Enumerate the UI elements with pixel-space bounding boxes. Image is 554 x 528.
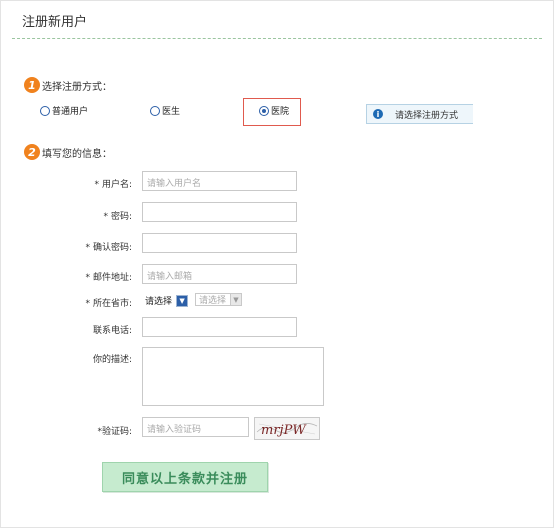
description-textarea[interactable]	[142, 347, 324, 406]
radio-icon[interactable]	[150, 105, 160, 116]
captcha-image[interactable]: mrjPW	[254, 417, 320, 440]
title-divider	[12, 38, 542, 39]
agree-and-register-button[interactable]: 同意以上条款并注册	[102, 462, 268, 492]
description-label: 你的描述:	[92, 355, 132, 365]
radio-label: 医生	[162, 107, 181, 117]
phone-label: 联系电话:	[92, 326, 132, 336]
captcha-text: mrjPW	[261, 423, 307, 438]
radio-icon[interactable]	[40, 105, 50, 116]
city-select[interactable]: 请选择 ▼	[195, 293, 242, 306]
page-title: 注册新用户	[22, 15, 88, 30]
hint-box: i 请选择注册方式	[366, 104, 473, 124]
radio-normal-user[interactable]: 普通用户	[40, 104, 88, 117]
chevron-down-icon[interactable]: ▼	[176, 294, 189, 307]
captcha-input[interactable]: 请输入验证码	[142, 417, 249, 437]
password-input[interactable]	[142, 202, 297, 222]
province-select[interactable]: 请选择 ▼	[145, 294, 189, 307]
hint-text: 请选择注册方式	[395, 110, 459, 121]
step-1-heading: 1 选择注册方式：	[24, 76, 112, 94]
region-label: * 所在省市:	[85, 299, 132, 309]
confirm-password-label: * 确认密码:	[85, 243, 132, 253]
radio-label: 普通用户	[52, 107, 89, 117]
password-label: * 密码:	[103, 212, 132, 222]
captcha-label: *验证码:	[97, 427, 132, 437]
step-1-badge: 1	[24, 77, 40, 93]
chevron-down-icon[interactable]: ▼	[230, 294, 241, 305]
username-input[interactable]: 请输入用户名	[142, 171, 297, 191]
radio-doctor[interactable]: 医生	[150, 104, 180, 117]
radio-hospital[interactable]: 医院	[259, 104, 289, 117]
city-select-value: 请选择	[199, 296, 227, 306]
email-label: * 邮件地址:	[85, 273, 132, 283]
captcha-graphic: mrjPW	[256, 423, 318, 438]
radio-checked-icon[interactable]	[259, 105, 269, 116]
email-input[interactable]: 请输入邮箱	[142, 264, 297, 284]
step-1-label: 选择注册方式：	[42, 81, 112, 93]
radio-label: 医院	[271, 107, 290, 117]
info-icon: i	[373, 109, 383, 119]
confirm-password-input[interactable]	[142, 233, 297, 253]
step-2-label: 填写您的信息：	[42, 148, 112, 160]
step-2-heading: 2 填写您的信息：	[24, 143, 112, 161]
step-2-badge: 2	[24, 144, 40, 160]
username-label: * 用户名:	[94, 180, 132, 190]
province-select-value: 请选择	[145, 297, 173, 307]
phone-input[interactable]	[142, 317, 297, 337]
